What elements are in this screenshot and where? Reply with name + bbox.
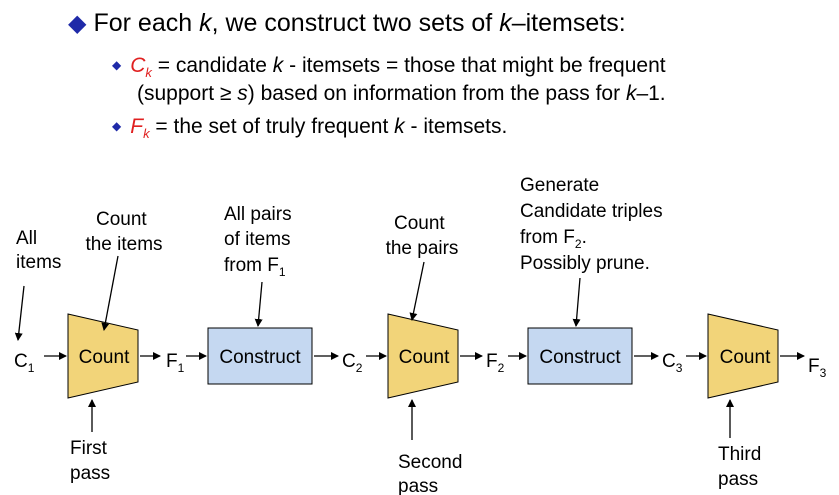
arrow-generate: [572, 277, 581, 327]
apriori-diagram: Count Construct Count Construct Count C1…: [14, 175, 827, 495]
label-f2: F2: [486, 351, 505, 375]
slide: ◆ For each k, we construct two sets of k–…: [0, 0, 839, 495]
arrow-all-items: [14, 285, 25, 341]
count-1-label: Count: [79, 347, 130, 368]
annotation-count-items: Count the items: [85, 209, 162, 255]
annotation-count-pairs: Count the pairs: [386, 213, 459, 259]
construct-2-label: Construct: [539, 347, 621, 368]
annotation-all-pairs: All pairs of items from F1: [224, 204, 297, 279]
arrow-count-items: [101, 255, 119, 331]
annotation-first-pass: First pass: [70, 438, 112, 484]
label-c3: C3: [662, 351, 683, 375]
count-3-label: Count: [720, 347, 771, 368]
construct-1-label: Construct: [219, 347, 301, 368]
annotation-all-items: All items: [16, 228, 61, 273]
annotation-third-pass: Third pass: [718, 444, 767, 490]
annotation-generate: Generate Candidate triples from F2. Poss…: [520, 175, 668, 274]
label-f1: F1: [166, 351, 185, 375]
arrow-count-pairs: [409, 261, 425, 321]
label-c2: C2: [342, 351, 363, 375]
label-f3: F3: [808, 356, 827, 380]
annotation-second-pass: Second pass: [398, 452, 468, 495]
label-c1: C1: [14, 351, 35, 375]
count-2-label: Count: [399, 347, 450, 368]
arrow-all-pairs: [254, 281, 263, 327]
